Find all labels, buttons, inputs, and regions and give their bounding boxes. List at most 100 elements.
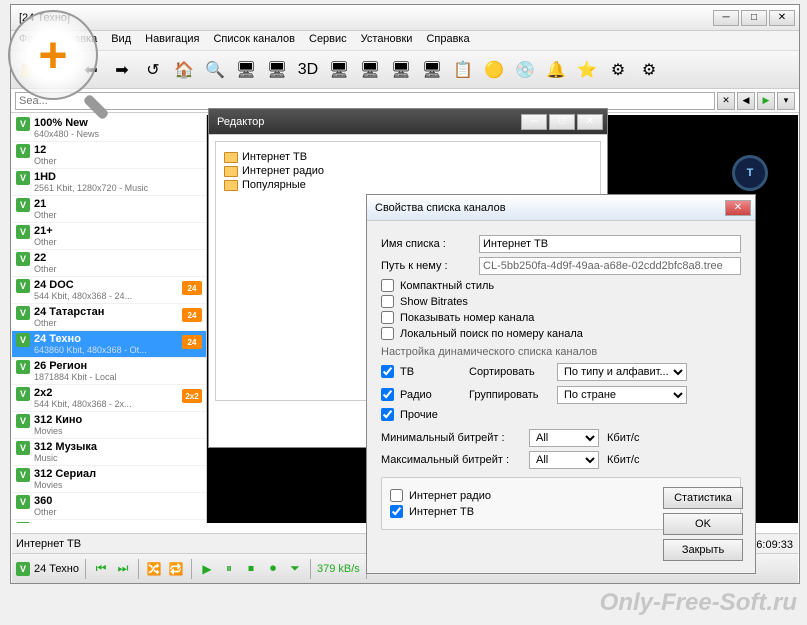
toolbar-button-0[interactable]: 📁	[15, 56, 43, 84]
search-play-button[interactable]: ▶	[757, 92, 775, 110]
ok-button[interactable]: OK	[663, 513, 743, 535]
menu-file[interactable]: Файл	[19, 33, 46, 48]
channel-item[interactable]: V312 КиноMovies	[12, 412, 206, 439]
sort-select[interactable]: По типу и алфавит...	[557, 363, 687, 381]
menu-settings[interactable]: Установки	[361, 33, 413, 48]
channel-item[interactable]: V360Other	[12, 493, 206, 520]
tree-node[interactable]: Интернет радио	[224, 164, 592, 178]
channel-meta: 643860 Kbit, 480x368 - Ot...	[34, 345, 202, 355]
channel-meta: 2561 Kbit, 1280x720 - Music	[34, 183, 202, 193]
channel-item[interactable]: V312 МузыкаMusic	[12, 439, 206, 466]
repeat-button[interactable]: 🔁	[167, 560, 185, 578]
channel-item[interactable]: V1HD2561 Kbit, 1280x720 - Music	[12, 169, 206, 196]
prev-button[interactable]: ⏮	[92, 560, 110, 578]
toolbar-button-2[interactable]: ⬅	[77, 56, 105, 84]
search-menu-button[interactable]: ▾	[777, 92, 795, 110]
minbitrate-select[interactable]: All	[529, 429, 599, 447]
toolbar-button-6[interactable]: 🔍	[201, 56, 229, 84]
channel-item[interactable]: V24 DOC544 Kbit, 480x368 - 24...24	[12, 277, 206, 304]
channel-item[interactable]: V365Other	[12, 520, 206, 523]
toolbar-button-13[interactable]: 🖥	[418, 56, 446, 84]
channel-v-icon: V	[16, 468, 30, 482]
toolbar-button-11[interactable]: 🖥	[356, 56, 384, 84]
dynamic-header: Настройка динамического списка каналов	[381, 346, 741, 358]
radio-checkbox[interactable]	[381, 388, 394, 401]
shownum-checkbox[interactable]	[381, 311, 394, 324]
compact-checkbox[interactable]	[381, 279, 394, 292]
channel-item[interactable]: V22Other	[12, 250, 206, 277]
channel-item[interactable]: V2x2544 Kbit, 480x368 - 2x...2x2	[12, 385, 206, 412]
stop-button[interactable]: ⏹	[242, 560, 260, 578]
search-clear-button[interactable]: ✕	[717, 92, 735, 110]
menu-nav[interactable]: Навигация	[145, 33, 199, 48]
toolbar-button-3[interactable]: ➡	[108, 56, 136, 84]
toolbar-button-15[interactable]: 🟡	[480, 56, 508, 84]
bitrates-checkbox[interactable]	[381, 295, 394, 308]
channel-item[interactable]: V312 СериалMovies	[12, 466, 206, 493]
toolbar-button-1[interactable]: 🗂	[46, 56, 74, 84]
listname-label: Имя списка :	[381, 238, 471, 250]
inetradio-checkbox[interactable]	[390, 489, 403, 502]
listname-input[interactable]	[479, 235, 741, 253]
menu-view[interactable]: Вид	[111, 33, 131, 48]
tv-checkbox[interactable]	[381, 365, 394, 378]
play-button[interactable]: ▶	[198, 560, 216, 578]
toolbar-button-14[interactable]: 📋	[449, 56, 477, 84]
toolbar-button-7[interactable]: 🖥	[232, 56, 260, 84]
channel-item[interactable]: V12Other	[12, 142, 206, 169]
localsearch-checkbox[interactable]	[381, 327, 394, 340]
cancel-button[interactable]: Закрыть	[663, 539, 743, 561]
toolbar-button-19[interactable]: ⚙	[604, 56, 632, 84]
editor-maximize-button[interactable]: □	[549, 114, 575, 130]
channel-item[interactable]: V26 Регион1871884 Kbit - Local	[12, 358, 206, 385]
channel-item[interactable]: V21+Other	[12, 223, 206, 250]
tree-node[interactable]: Интернет ТВ	[224, 150, 592, 164]
record-button[interactable]: ⏺	[264, 560, 282, 578]
channel-icon: V	[16, 562, 30, 576]
search-prev-button[interactable]: ◀	[737, 92, 755, 110]
folder-icon	[224, 180, 238, 191]
next-button[interactable]: ⏭	[114, 560, 132, 578]
maximize-button[interactable]: □	[741, 10, 767, 26]
toolbar-button-5[interactable]: 🏠	[170, 56, 198, 84]
channel-name: 12	[34, 144, 202, 156]
toolbar-button-9[interactable]: 3D	[294, 56, 322, 84]
maxbitrate-select[interactable]: All	[529, 451, 599, 469]
toolbar-button-16[interactable]: 💿	[511, 56, 539, 84]
props-titlebar: Свойства списка каналов ✕	[367, 195, 755, 221]
channel-name: 21	[34, 198, 202, 210]
shuffle-button[interactable]: 🔀	[145, 560, 163, 578]
menu-help[interactable]: Справка	[426, 33, 469, 48]
group-select[interactable]: По стране	[557, 386, 687, 404]
props-close-button[interactable]: ✕	[725, 200, 751, 216]
stats-button[interactable]: Статистика	[663, 487, 743, 509]
menu-edit[interactable]: Правка	[60, 33, 97, 48]
search-input[interactable]	[15, 92, 715, 110]
editor-minimize-button[interactable]: ─	[521, 114, 547, 130]
menu-service[interactable]: Сервис	[309, 33, 347, 48]
other-checkbox[interactable]	[381, 408, 394, 421]
channel-item[interactable]: V100% New640x480 - News	[12, 115, 206, 142]
editor-close-button[interactable]: ✕	[577, 114, 603, 130]
props-title: Свойства списка каналов	[371, 202, 725, 214]
channel-meta: Other	[34, 318, 202, 328]
menu-channels[interactable]: Список каналов	[213, 33, 295, 48]
toolbar-button-20[interactable]: ⚙	[635, 56, 663, 84]
close-button[interactable]: ✕	[769, 10, 795, 26]
minimize-button[interactable]: ─	[713, 10, 739, 26]
toolbar-button-17[interactable]: 🔔	[542, 56, 570, 84]
channel-item[interactable]: V21Other	[12, 196, 206, 223]
skip-button[interactable]: ⏷	[286, 560, 304, 578]
tree-node[interactable]: Популярные	[224, 178, 592, 192]
channel-list[interactable]: V100% New640x480 - NewsV12OtherV1HD2561 …	[12, 115, 207, 523]
toolbar-button-4[interactable]: ↺	[139, 56, 167, 84]
channel-logo-icon: T	[732, 155, 768, 191]
channel-item[interactable]: V24 ТатарстанOther24	[12, 304, 206, 331]
toolbar-button-12[interactable]: 🖥	[387, 56, 415, 84]
pause-button[interactable]: ⏸	[220, 560, 238, 578]
toolbar-button-18[interactable]: ⭐	[573, 56, 601, 84]
inettv-checkbox[interactable]	[390, 505, 403, 518]
channel-item[interactable]: V24 Техно643860 Kbit, 480x368 - Ot...24	[12, 331, 206, 358]
toolbar-button-10[interactable]: 🖥	[325, 56, 353, 84]
toolbar-button-8[interactable]: 🖥	[263, 56, 291, 84]
